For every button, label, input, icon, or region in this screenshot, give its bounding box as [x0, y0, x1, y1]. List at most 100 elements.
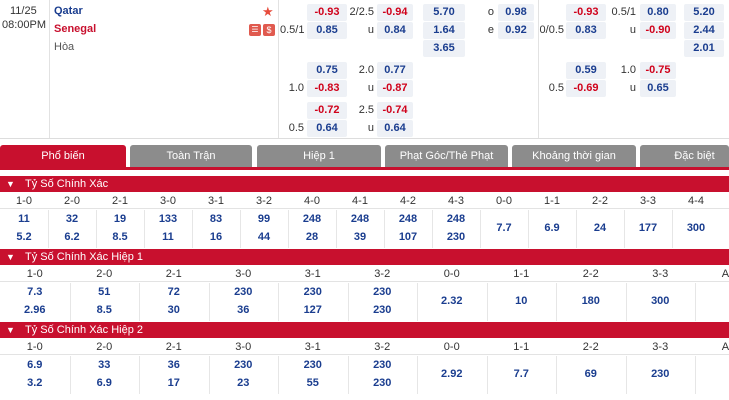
ou-odds[interactable]: -0.94 [377, 4, 413, 21]
score-odds[interactable]: 39 [336, 231, 384, 243]
score-odds[interactable]: 36 [139, 359, 209, 371]
score-odds[interactable]: 33 [70, 359, 140, 371]
1x2-odds[interactable]: 5.70 [423, 4, 465, 21]
hcap-odds[interactable]: -0.83 [307, 80, 347, 97]
score-odds[interactable]: 248 [288, 213, 336, 225]
score-odds[interactable]: 107 [384, 231, 432, 243]
score-odds[interactable]: 69 [556, 368, 626, 380]
score-odds[interactable]: 230 [348, 304, 418, 316]
score-odds[interactable]: 6.9 [528, 222, 576, 234]
money-icon[interactable]: $ [263, 24, 275, 36]
tab-dac-biet[interactable]: Đặc biệt [640, 145, 729, 167]
score-odds[interactable]: 28 [288, 231, 336, 243]
1x2-odds[interactable]: 2.01 [684, 40, 724, 57]
score-odds[interactable]: 11 [144, 231, 192, 243]
hcap-odds[interactable]: 0.75 [307, 62, 347, 79]
score-odds[interactable]: 23 [209, 377, 279, 389]
score-odds[interactable]: 7.7 [487, 368, 557, 380]
score-odds[interactable]: 248 [384, 213, 432, 225]
1x2-odds[interactable]: 5.20 [684, 4, 724, 21]
ou-odds[interactable]: 0.64 [377, 120, 413, 137]
score-odds[interactable]: 230 [432, 231, 480, 243]
oe-odds[interactable]: 0.98 [498, 4, 534, 21]
tab-toan-tran[interactable]: Toàn Trận [130, 145, 252, 167]
score-odds[interactable]: 24 [576, 222, 624, 234]
oe-odds[interactable]: 0.92 [498, 22, 534, 39]
stats-icon[interactable]: ☰ [249, 24, 261, 36]
score-odds[interactable]: 55 [278, 377, 348, 389]
score-odds[interactable]: 8.5 [70, 304, 140, 316]
hcap-odds[interactable]: -0.69 [566, 80, 606, 97]
score-odds[interactable]: 177 [624, 222, 672, 234]
1x2-odds[interactable]: 3.65 [423, 40, 465, 57]
score-odds[interactable]: 6.2 [48, 231, 96, 243]
section-header[interactable]: ▼ Tỷ Số Chính Xác Hiệp 1 [0, 249, 729, 265]
score-odds[interactable]: 11 [0, 213, 48, 225]
hcap-odds[interactable]: -0.93 [566, 4, 606, 21]
score-odds[interactable]: 230 [209, 359, 279, 371]
hcap-odds[interactable]: 0.85 [307, 22, 347, 39]
chevron-down-icon[interactable]: ▼ [6, 322, 15, 338]
score-odds[interactable]: 17 [139, 377, 209, 389]
ou-odds[interactable]: 0.84 [377, 22, 413, 39]
score-odds[interactable]: 3.2 [0, 377, 70, 389]
favorite-star-icon[interactable]: ★ [262, 4, 274, 20]
score-odds[interactable]: 300 [672, 222, 720, 234]
score-odds[interactable]: 2.92 [417, 368, 487, 380]
score-odds[interactable]: 230 [278, 286, 348, 298]
1x2-odds[interactable]: 2.44 [684, 22, 724, 39]
hcap-odds[interactable]: -0.93 [307, 4, 347, 21]
score-odds[interactable]: 127 [278, 304, 348, 316]
hcap-odds[interactable]: -0.72 [307, 102, 347, 119]
tab-khoang-thoi-gian[interactable]: Khoảng thời gian [512, 145, 636, 167]
section-header[interactable]: ▼ Tỷ Số Chính Xác [0, 176, 729, 192]
score-odds[interactable]: 99 [240, 213, 288, 225]
score-odds[interactable]: 2.32 [417, 295, 487, 307]
score-odds[interactable]: 2.96 [0, 304, 70, 316]
away-team[interactable]: Senegal [54, 23, 96, 35]
score-odds[interactable]: 7.3 [0, 286, 70, 298]
score-odds[interactable]: 230 [348, 359, 418, 371]
tab-phat-goc[interactable]: Phạt Góc/Thẻ Phạt [385, 145, 508, 167]
score-odds[interactable]: 300 [626, 295, 696, 307]
tab-pho-bien[interactable]: Phổ biến [0, 145, 126, 167]
score-odds[interactable]: 83 [192, 213, 240, 225]
home-team[interactable]: Qatar [54, 5, 83, 17]
ou-odds[interactable]: 0.77 [377, 62, 413, 79]
score-odds[interactable]: 6.9 [70, 377, 140, 389]
hcap-odds[interactable]: 0.59 [566, 62, 606, 79]
score-odds[interactable]: 44 [240, 231, 288, 243]
score-odds[interactable]: 5.2 [0, 231, 48, 243]
score-odds[interactable]: 248 [336, 213, 384, 225]
score-odds[interactable]: 230 [278, 359, 348, 371]
score-odds[interactable]: 72 [139, 286, 209, 298]
1x2-odds[interactable]: 1.64 [423, 22, 465, 39]
score-odds[interactable]: 230 [626, 368, 696, 380]
hcap-odds[interactable]: 0.83 [566, 22, 606, 39]
score-odds[interactable]: 32 [48, 213, 96, 225]
score-odds[interactable]: 10 [487, 295, 557, 307]
score-odds[interactable]: 30 [139, 304, 209, 316]
section-header[interactable]: ▼ Tỷ Số Chính Xác Hiệp 2 [0, 322, 729, 338]
score-odds[interactable]: 248 [432, 213, 480, 225]
ou-odds[interactable]: 0.80 [640, 4, 676, 21]
score-odds[interactable]: 230 [209, 286, 279, 298]
score-odds[interactable]: 133 [144, 213, 192, 225]
ou-odds[interactable]: -0.87 [377, 80, 413, 97]
score-odds[interactable]: 230 [348, 377, 418, 389]
score-odds[interactable]: 230 [348, 286, 418, 298]
score-odds[interactable]: 51 [70, 286, 140, 298]
chevron-down-icon[interactable]: ▼ [6, 249, 15, 265]
score-odds[interactable]: 7.7 [480, 222, 528, 234]
ou-odds[interactable]: 0.65 [640, 80, 676, 97]
score-odds[interactable]: 36 [209, 304, 279, 316]
score-odds[interactable]: 8.5 [96, 231, 144, 243]
score-odds[interactable]: 19 [96, 213, 144, 225]
ou-odds[interactable]: -0.75 [640, 62, 676, 79]
hcap-odds[interactable]: 0.64 [307, 120, 347, 137]
score-odds[interactable]: 180 [556, 295, 626, 307]
score-odds[interactable]: 16 [192, 231, 240, 243]
ou-odds[interactable]: -0.90 [640, 22, 676, 39]
chevron-down-icon[interactable]: ▼ [6, 176, 15, 192]
ou-odds[interactable]: -0.74 [377, 102, 413, 119]
